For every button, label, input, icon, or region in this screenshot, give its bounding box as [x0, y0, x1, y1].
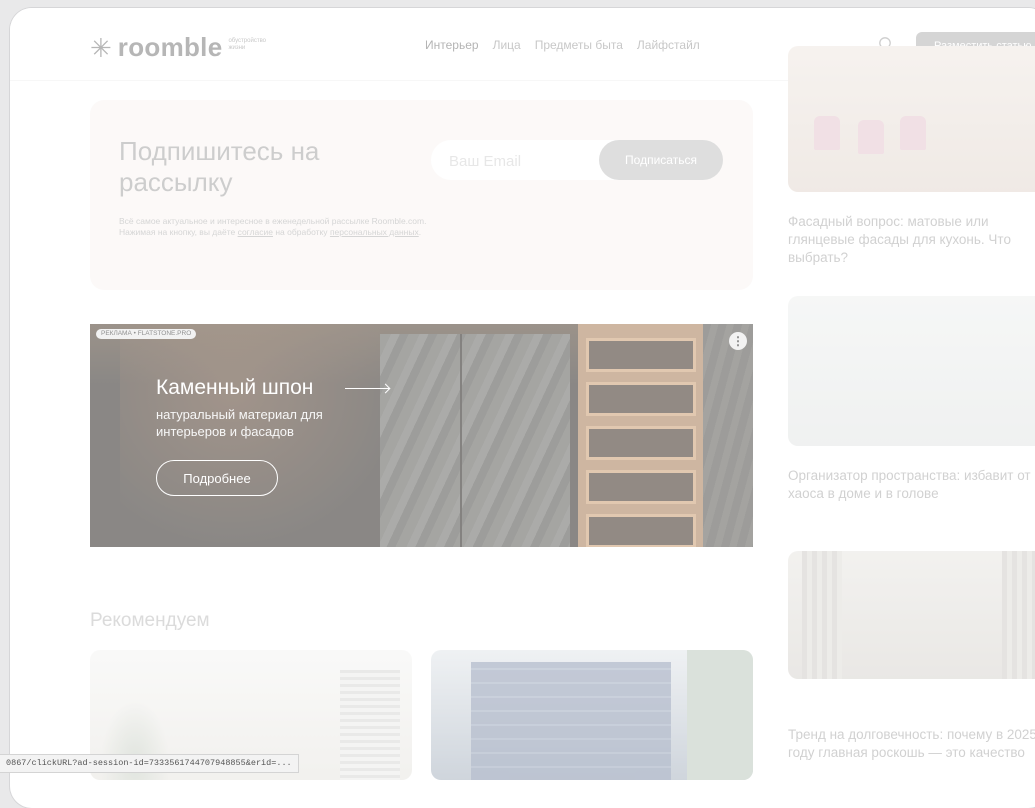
ad-title: Каменный шпон	[156, 376, 314, 399]
curtain-image	[1002, 551, 1035, 679]
email-form: Подписаться	[431, 140, 723, 182]
article-title[interactable]: Организатор пространства: избавит от хао…	[788, 467, 1035, 503]
article-image[interactable]	[788, 46, 1035, 192]
recommend-card[interactable]	[431, 650, 753, 780]
recommend-title: Рекомендуем	[90, 610, 210, 631]
shelf-cell	[586, 382, 696, 416]
subscribe-desc-text-3: .	[418, 227, 422, 237]
arrow-right-icon	[345, 388, 389, 389]
ad-shelving-image	[578, 324, 703, 547]
more-options-icon[interactable]: ⋮	[729, 332, 747, 350]
marble-image	[687, 650, 753, 780]
ad-label: РЕКЛАМА • FLATSTONE.PRO	[96, 329, 197, 339]
browser-page: ✳ roomble обустройство жизни Интерьер Ли…	[10, 8, 1035, 808]
ad-stone-edge-image	[703, 324, 753, 547]
site-logo[interactable]: ✳ roomble обустройство жизни	[90, 32, 270, 63]
ad-more-button[interactable]: Подробнее	[156, 460, 278, 496]
nav-item-faces[interactable]: Лица	[493, 38, 521, 52]
blinds-image	[340, 670, 400, 780]
ad-stone-seam	[460, 334, 462, 547]
article-title[interactable]: Тренд на долговечность: почему в 2025 го…	[788, 726, 1035, 762]
article-image[interactable]	[788, 551, 1035, 679]
ad-subtitle: натуральный материал для интерьеров и фа…	[156, 407, 323, 439]
shelf-cell	[586, 338, 696, 372]
chair-image	[814, 116, 840, 150]
ad-stone-wall-image	[380, 334, 570, 547]
nav-item-lifestyle[interactable]: Лайфстайл	[637, 38, 700, 52]
nav-item-household[interactable]: Предметы быта	[535, 38, 623, 52]
consent-link[interactable]: согласие	[238, 227, 273, 237]
article-title[interactable]: Фасадный вопрос: матовые или глянцевые ф…	[788, 213, 1035, 267]
chair-image	[858, 120, 884, 154]
ad-banner[interactable]: РЕКЛАМА • FLATSTONE.PRO ⋮ Каменный шпон …	[90, 324, 753, 547]
subscribe-description: Всё самое актуальное и интересное в ежен…	[119, 216, 431, 238]
shelf-cell	[586, 514, 696, 547]
logo-subtitle: обустройство жизни	[228, 37, 267, 51]
shelf-cell	[586, 426, 696, 460]
chair-image	[900, 116, 926, 150]
email-input[interactable]	[431, 140, 621, 182]
shelf-cell	[586, 470, 696, 504]
article-image[interactable]	[788, 296, 1035, 446]
subscribe-title: Подпишитесь на рассылку	[119, 136, 320, 197]
main-nav: Интерьер Лица Предметы быта Лайфстайл	[425, 38, 700, 52]
personal-data-link[interactable]: персональных данных	[330, 227, 419, 237]
tiles-image	[471, 662, 671, 780]
asterisk-logo-icon: ✳	[90, 32, 112, 63]
subscribe-button[interactable]: Подписаться	[599, 140, 723, 180]
subscribe-desc-text-2: на обработку	[273, 227, 330, 237]
nav-item-interior[interactable]: Интерьер	[425, 38, 479, 52]
logo-text: roomble	[117, 32, 223, 62]
status-bar-url: 0867/clickURL?ad-session-id=733356174470…	[0, 754, 299, 773]
curtain-image	[802, 551, 842, 679]
newsletter-subscribe: Подпишитесь на рассылку Всё самое актуал…	[90, 100, 753, 290]
